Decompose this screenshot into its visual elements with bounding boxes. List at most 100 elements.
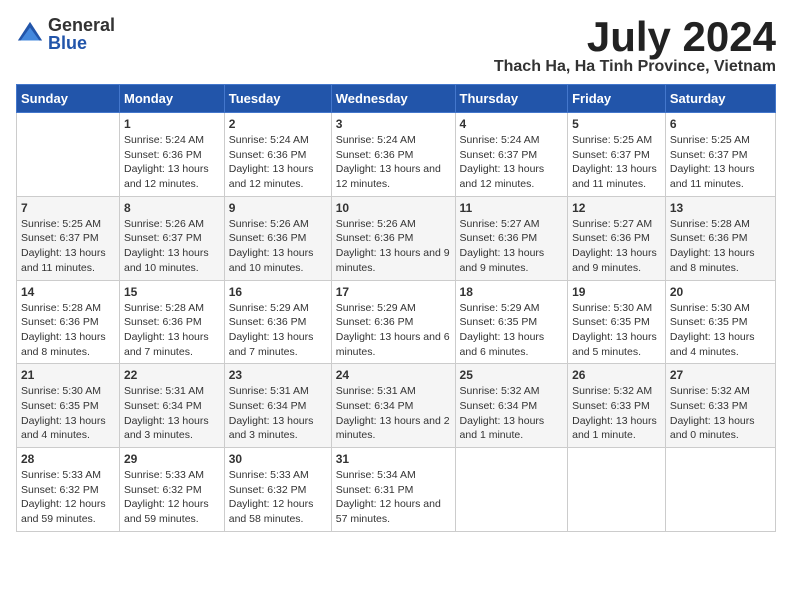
day-number: 24 [336, 368, 451, 382]
calendar-cell: 21Sunrise: 5:30 AM Sunset: 6:35 PM Dayli… [17, 364, 120, 448]
cell-info: Sunrise: 5:32 AM Sunset: 6:33 PM Dayligh… [670, 384, 771, 443]
cell-info: Sunrise: 5:29 AM Sunset: 6:35 PM Dayligh… [460, 301, 564, 360]
day-number: 3 [336, 117, 451, 131]
calendar-cell: 6 Sunrise: 5:25 AM Sunset: 6:37 PM Daylig… [665, 113, 775, 197]
calendar-cell: 3Sunrise: 5:24 AM Sunset: 6:36 PM Daylig… [331, 113, 455, 197]
cell-info: Sunrise: 5:28 AM Sunset: 6:36 PM Dayligh… [21, 301, 115, 360]
day-number: 14 [21, 285, 115, 299]
cell-info: Sunrise: 5:24 AM Sunset: 6:36 PM Dayligh… [229, 133, 327, 192]
day-number: 23 [229, 368, 327, 382]
day-number: 31 [336, 452, 451, 466]
day-number: 16 [229, 285, 327, 299]
cell-info: Sunrise: 5:33 AM Sunset: 6:32 PM Dayligh… [124, 468, 220, 527]
cell-info: Sunrise: 5:31 AM Sunset: 6:34 PM Dayligh… [124, 384, 220, 443]
day-number: 12 [572, 201, 661, 215]
calendar-cell: 25 Sunrise: 5:32 AM Sunset: 6:34 PM Dayli… [455, 364, 568, 448]
calendar-cell: 8 Sunrise: 5:26 AM Sunset: 6:37 PM Daylig… [119, 196, 224, 280]
day-number: 10 [336, 201, 451, 215]
day-number: 5 [572, 117, 661, 131]
column-header-friday: Friday [568, 85, 666, 113]
cell-info: Sunrise: 5:29 AM Sunset: 6:36 PM Dayligh… [229, 301, 327, 360]
day-number: 25 [460, 368, 564, 382]
cell-info: Sunrise: 5:30 AM Sunset: 6:35 PM Dayligh… [572, 301, 661, 360]
day-number: 27 [670, 368, 771, 382]
calendar-week-row: 21Sunrise: 5:30 AM Sunset: 6:35 PM Dayli… [17, 364, 776, 448]
calendar-cell: 22 Sunrise: 5:31 AM Sunset: 6:34 PM Dayli… [119, 364, 224, 448]
column-header-sunday: Sunday [17, 85, 120, 113]
day-number: 2 [229, 117, 327, 131]
calendar-cell: 24 Sunrise: 5:31 AM Sunset: 6:34 PM Dayli… [331, 364, 455, 448]
header: General Blue July 2024 Thach Ha, Ha Tinh… [16, 16, 776, 76]
logo-text: General Blue [48, 16, 115, 52]
day-number: 9 [229, 201, 327, 215]
cell-info: Sunrise: 5:33 AM Sunset: 6:32 PM Dayligh… [21, 468, 115, 527]
calendar-cell: 17 Sunrise: 5:29 AM Sunset: 6:36 PM Dayli… [331, 280, 455, 364]
calendar-cell: 14 Sunrise: 5:28 AM Sunset: 6:36 PM Dayli… [17, 280, 120, 364]
day-number: 4 [460, 117, 564, 131]
title-area: July 2024 Thach Ha, Ha Tinh Province, Vi… [494, 16, 776, 76]
cell-info: Sunrise: 5:31 AM Sunset: 6:34 PM Dayligh… [229, 384, 327, 443]
cell-info: Sunrise: 5:33 AM Sunset: 6:32 PM Dayligh… [229, 468, 327, 527]
calendar-body: 1 Sunrise: 5:24 AM Sunset: 6:36 PM Daylig… [17, 113, 776, 532]
calendar-cell: 7Sunrise: 5:25 AM Sunset: 6:37 PM Daylig… [17, 196, 120, 280]
calendar-cell: 19 Sunrise: 5:30 AM Sunset: 6:35 PM Dayli… [568, 280, 666, 364]
cell-info: Sunrise: 5:32 AM Sunset: 6:34 PM Dayligh… [460, 384, 564, 443]
day-number: 17 [336, 285, 451, 299]
cell-info: Sunrise: 5:26 AM Sunset: 6:37 PM Dayligh… [124, 217, 220, 276]
calendar-week-row: 14 Sunrise: 5:28 AM Sunset: 6:36 PM Dayli… [17, 280, 776, 364]
logo-general: General [48, 16, 115, 34]
calendar-cell: 16 Sunrise: 5:29 AM Sunset: 6:36 PM Dayli… [224, 280, 331, 364]
cell-info: Sunrise: 5:28 AM Sunset: 6:36 PM Dayligh… [670, 217, 771, 276]
calendar-week-row: 7Sunrise: 5:25 AM Sunset: 6:37 PM Daylig… [17, 196, 776, 280]
day-number: 15 [124, 285, 220, 299]
column-header-monday: Monday [119, 85, 224, 113]
day-number: 21 [21, 368, 115, 382]
calendar-cell: 10 Sunrise: 5:26 AM Sunset: 6:36 PM Dayli… [331, 196, 455, 280]
calendar-cell [568, 448, 666, 532]
day-number: 8 [124, 201, 220, 215]
day-number: 28 [21, 452, 115, 466]
cell-info: Sunrise: 5:25 AM Sunset: 6:37 PM Dayligh… [572, 133, 661, 192]
cell-info: Sunrise: 5:25 AM Sunset: 6:37 PM Dayligh… [670, 133, 771, 192]
calendar-cell: 28 Sunrise: 5:33 AM Sunset: 6:32 PM Dayli… [17, 448, 120, 532]
day-number: 19 [572, 285, 661, 299]
cell-info: Sunrise: 5:32 AM Sunset: 6:33 PM Dayligh… [572, 384, 661, 443]
cell-info: Sunrise: 5:26 AM Sunset: 6:36 PM Dayligh… [336, 217, 451, 276]
logo-icon [16, 20, 44, 48]
calendar-cell [665, 448, 775, 532]
cell-info: Sunrise: 5:27 AM Sunset: 6:36 PM Dayligh… [572, 217, 661, 276]
day-number: 18 [460, 285, 564, 299]
day-number: 26 [572, 368, 661, 382]
cell-info: Sunrise: 5:31 AM Sunset: 6:34 PM Dayligh… [336, 384, 451, 443]
logo: General Blue [16, 16, 115, 52]
day-number: 29 [124, 452, 220, 466]
day-number: 20 [670, 285, 771, 299]
day-number: 6 [670, 117, 771, 131]
cell-info: Sunrise: 5:34 AM Sunset: 6:31 PM Dayligh… [336, 468, 451, 527]
cell-info: Sunrise: 5:25 AM Sunset: 6:37 PM Dayligh… [21, 217, 115, 276]
day-number: 1 [124, 117, 220, 131]
calendar-cell: 2 Sunrise: 5:24 AM Sunset: 6:36 PM Daylig… [224, 113, 331, 197]
calendar-cell: 1 Sunrise: 5:24 AM Sunset: 6:36 PM Daylig… [119, 113, 224, 197]
day-number: 11 [460, 201, 564, 215]
location-title: Thach Ha, Ha Tinh Province, Vietnam [494, 58, 776, 76]
column-header-wednesday: Wednesday [331, 85, 455, 113]
column-header-tuesday: Tuesday [224, 85, 331, 113]
column-header-thursday: Thursday [455, 85, 568, 113]
calendar-cell [455, 448, 568, 532]
calendar-cell [17, 113, 120, 197]
calendar-header-row: SundayMondayTuesdayWednesdayThursdayFrid… [17, 85, 776, 113]
calendar-cell: 30Sunrise: 5:33 AM Sunset: 6:32 PM Dayli… [224, 448, 331, 532]
calendar-cell: 31 Sunrise: 5:34 AM Sunset: 6:31 PM Dayli… [331, 448, 455, 532]
calendar-cell: 13Sunrise: 5:28 AM Sunset: 6:36 PM Dayli… [665, 196, 775, 280]
calendar-cell: 18 Sunrise: 5:29 AM Sunset: 6:35 PM Dayli… [455, 280, 568, 364]
calendar-cell: 23 Sunrise: 5:31 AM Sunset: 6:34 PM Dayli… [224, 364, 331, 448]
month-title: July 2024 [494, 16, 776, 58]
day-number: 22 [124, 368, 220, 382]
cell-info: Sunrise: 5:30 AM Sunset: 6:35 PM Dayligh… [670, 301, 771, 360]
calendar-cell: 5 Sunrise: 5:25 AM Sunset: 6:37 PM Daylig… [568, 113, 666, 197]
cell-info: Sunrise: 5:27 AM Sunset: 6:36 PM Dayligh… [460, 217, 564, 276]
cell-info: Sunrise: 5:24 AM Sunset: 6:36 PM Dayligh… [124, 133, 220, 192]
cell-info: Sunrise: 5:26 AM Sunset: 6:36 PM Dayligh… [229, 217, 327, 276]
cell-info: Sunrise: 5:29 AM Sunset: 6:36 PM Dayligh… [336, 301, 451, 360]
